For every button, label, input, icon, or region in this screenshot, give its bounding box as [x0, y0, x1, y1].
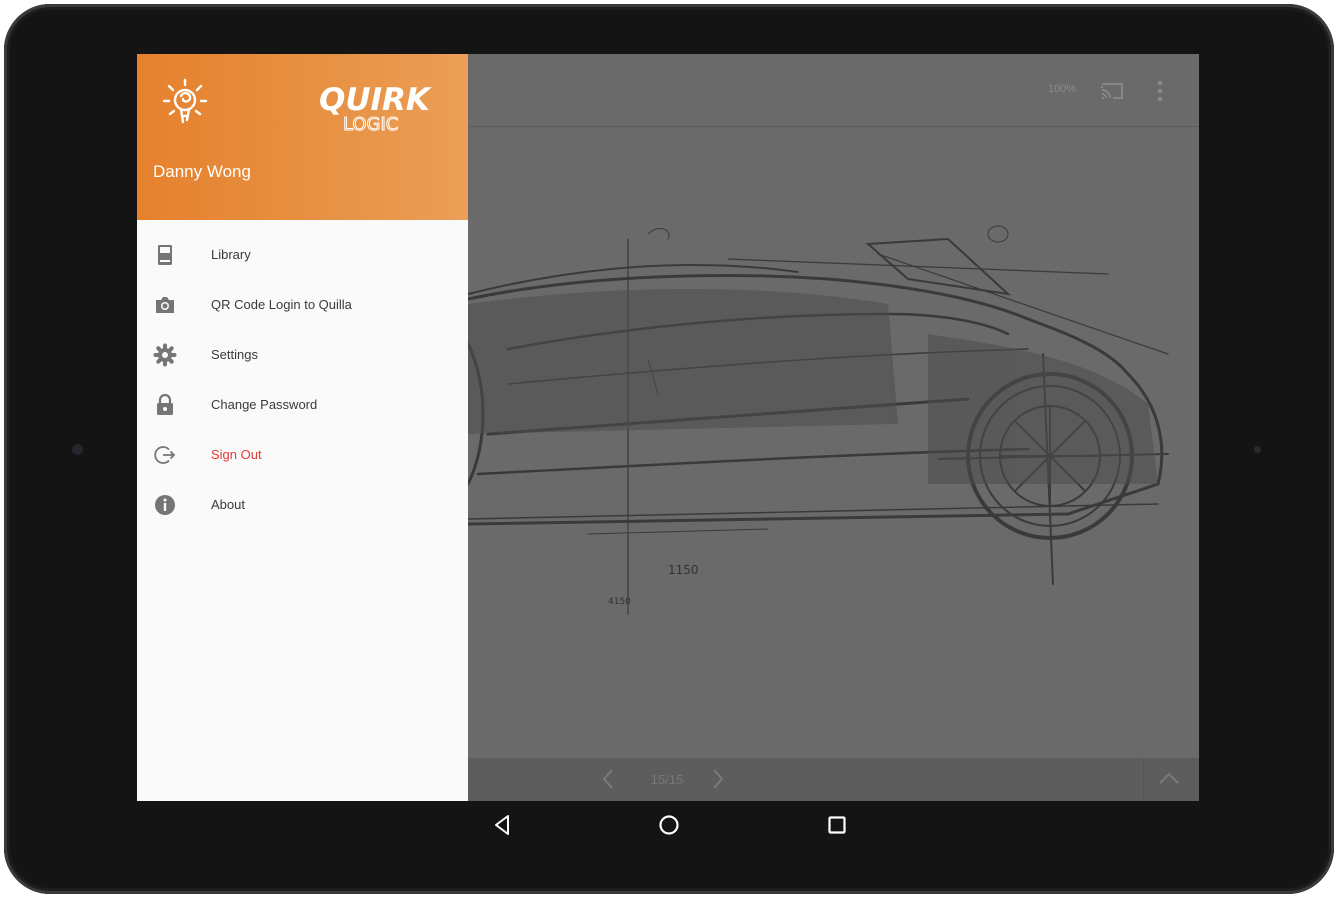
- book-icon: [158, 245, 172, 265]
- more-vert-icon[interactable]: [1153, 78, 1167, 104]
- svg-text:LOGIC: LOGIC: [343, 114, 398, 135]
- screen: 100% 1150 4150 15/15 QUIRK LOGIC Danny W…: [137, 54, 1199, 801]
- info-icon: [155, 495, 175, 515]
- lock-icon: [157, 393, 173, 415]
- user-name: Danny Wong: [153, 162, 251, 181]
- svg-text:QUIRK: QUIRK: [319, 82, 432, 118]
- drawer-menu: Library QR Code Login to Quilla Settings…: [137, 230, 468, 530]
- menu-item-sign-out[interactable]: Sign Out: [137, 430, 468, 480]
- menu-item-library[interactable]: Library: [137, 230, 468, 280]
- sketch-annotation-1: 1150: [668, 563, 699, 577]
- recents-icon[interactable]: [825, 813, 849, 837]
- next-page-icon[interactable]: [710, 768, 726, 790]
- menu-item-label: About: [211, 497, 245, 512]
- sensor: [1254, 446, 1261, 453]
- viewer-toolbar: [468, 54, 1199, 127]
- chevron-up-icon[interactable]: [1157, 770, 1181, 786]
- previous-page-icon[interactable]: [600, 768, 616, 790]
- quirklogic-logo: QUIRK LOGIC: [319, 82, 432, 136]
- menu-item-label: Sign Out: [211, 447, 262, 462]
- page-navigation-bar: [468, 758, 1199, 801]
- drawer-header: QUIRK LOGIC Danny Wong: [137, 54, 468, 220]
- back-icon[interactable]: [491, 813, 515, 837]
- menu-item-label: Settings: [211, 347, 258, 362]
- zoom-level[interactable]: 100%: [1048, 83, 1076, 95]
- menu-item-label: Library: [211, 247, 251, 262]
- sketch-annotation-2: 4150: [608, 597, 631, 607]
- front-camera: [72, 444, 83, 455]
- menu-item-qr-login[interactable]: QR Code Login to Quilla: [137, 280, 468, 330]
- cast-icon[interactable]: [1100, 82, 1124, 100]
- navigation-drawer: QUIRK LOGIC Danny Wong Library QR Code L…: [137, 54, 468, 801]
- lightbulb-icon: [162, 78, 208, 124]
- menu-item-label: Change Password: [211, 397, 318, 412]
- divider: [1143, 758, 1144, 801]
- gear-icon: [153, 343, 177, 367]
- car-sketch-image: 1150 4150: [468, 225, 1169, 615]
- page-indicator: 15/15: [650, 772, 684, 787]
- system-navigation-bar: [137, 801, 1199, 849]
- sign-out-icon: [154, 446, 176, 464]
- menu-item-label: QR Code Login to Quilla: [211, 297, 352, 312]
- menu-item-change-password[interactable]: Change Password: [137, 380, 468, 430]
- menu-item-about[interactable]: About: [137, 480, 468, 530]
- menu-item-settings[interactable]: Settings: [137, 330, 468, 380]
- camera-icon: [156, 297, 174, 313]
- home-icon[interactable]: [657, 813, 681, 837]
